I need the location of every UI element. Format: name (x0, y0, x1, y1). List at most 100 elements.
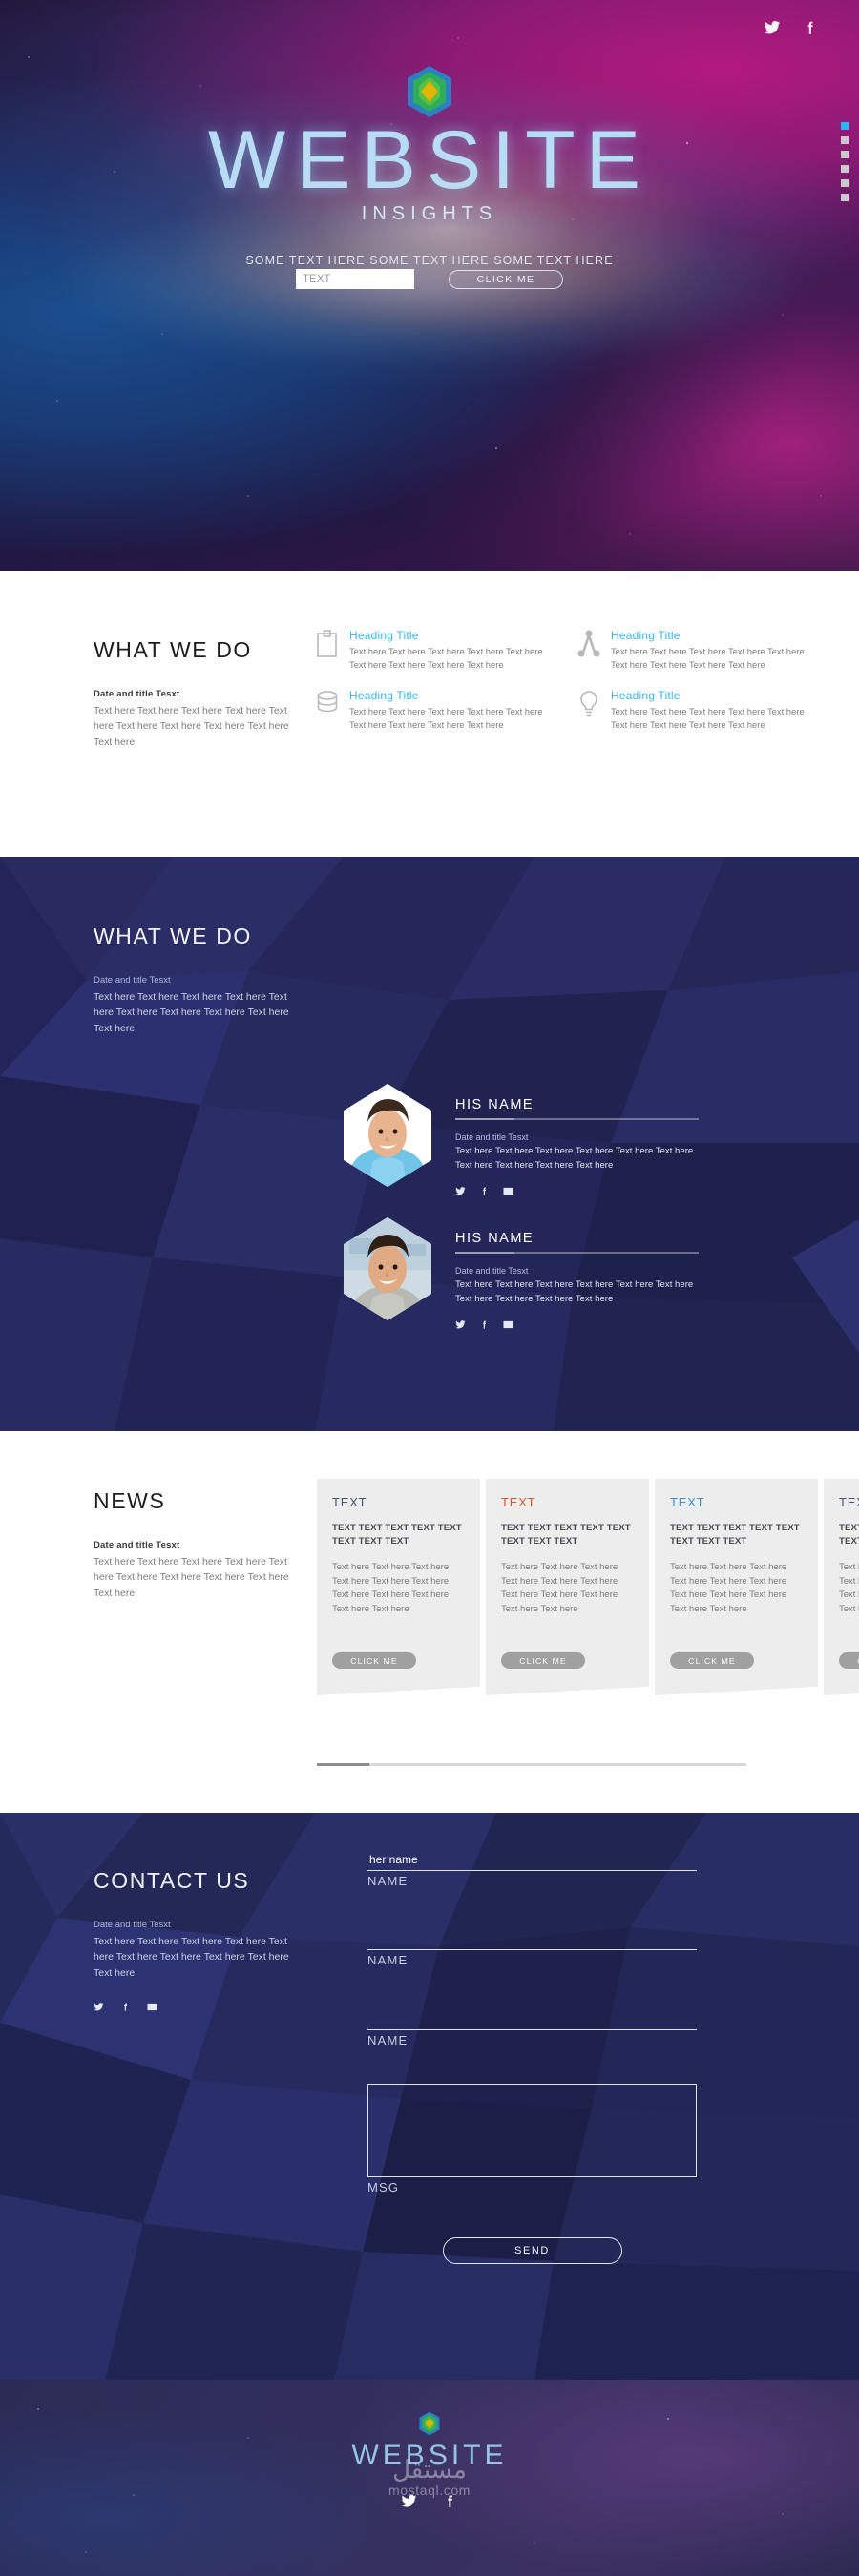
facebook-icon[interactable] (802, 19, 819, 41)
member-social-links (455, 1318, 732, 1335)
section-dot-navigation (841, 122, 849, 201)
team-intro: WHAT WE DO Date and title Tesxt Text her… (94, 924, 313, 1036)
news-card-body: Text here Text here Text here Text here … (670, 1561, 787, 1614)
hero-subtitle: INSIGHTS (361, 203, 498, 224)
news-carousel[interactable]: TEXT TEXT TEXT TEXT TEXT TEXT TEXT TEXT … (317, 1479, 859, 1695)
feature-body: Text here Text here Text here Text here … (611, 646, 805, 671)
contact-message-field: MSG (367, 2083, 697, 2194)
hero-click-me-button[interactable]: CLICK ME (449, 269, 563, 289)
team-member-card: HIS NAME Date and title Tesxt Text here … (344, 1217, 732, 1335)
contact-intro: CONTACT US Date and title Tesxt Text her… (94, 1868, 313, 2017)
contact-social-links (94, 2000, 313, 2017)
news-card-button[interactable]: CLICK ME (332, 1652, 416, 1669)
news-intro: NEWS Date and title Tesxt Text here Text… (94, 1488, 313, 1601)
side-nav-dot-1[interactable] (841, 122, 849, 130)
email-icon[interactable] (503, 1318, 513, 1335)
feature-heading: Heading Title (349, 629, 419, 642)
side-nav-dot-6[interactable] (841, 194, 849, 201)
section-heading: WHAT WE DO (94, 924, 252, 948)
name-field-1[interactable] (367, 1851, 697, 1871)
feature-item[interactable]: Heading Title Text here Text here Text h… (315, 688, 549, 733)
twitter-icon[interactable] (764, 19, 781, 41)
feature-item[interactable]: Heading Title Text here Text here Text h… (315, 629, 549, 673)
news-card-kicker: TEXT TEXT TEXT TEXT TEXT TEXT TEXT TEXT (839, 1523, 859, 1547)
news-carousel-scrollbar[interactable] (317, 1763, 746, 1766)
twitter-icon[interactable] (455, 1318, 466, 1335)
network-icon (576, 630, 601, 662)
member-social-links (455, 1184, 732, 1201)
intro-body: Text here Text here Text here Text here … (94, 1556, 289, 1599)
name-field-3[interactable] (367, 2010, 697, 2030)
facebook-icon[interactable] (120, 2000, 131, 2017)
message-label: MSG (367, 2179, 400, 2194)
side-nav-dot-5[interactable] (841, 179, 849, 187)
news-card-button[interactable]: CLICK ME (501, 1652, 585, 1669)
news-card-button[interactable]: CLICK ME (839, 1652, 859, 1669)
side-nav-dot-2[interactable] (841, 136, 849, 144)
news-card[interactable]: TEXT TEXT TEXT TEXT TEXT TEXT TEXT TEXT … (486, 1479, 649, 1695)
news-card[interactable]: TEXT TEXT TEXT TEXT TEXT TEXT TEXT TEXT … (655, 1479, 818, 1695)
twitter-icon[interactable] (94, 2000, 104, 2017)
hero-cta-row: CLICK ME (0, 269, 859, 289)
contact-field-3: NAME (367, 2010, 697, 2047)
message-textarea[interactable] (367, 2083, 697, 2177)
twitter-icon[interactable] (401, 2493, 417, 2514)
email-icon[interactable] (503, 1184, 513, 1201)
page-title: WEBSITE (207, 114, 652, 206)
feature-body: Text here Text here Text here Text here … (349, 705, 543, 731)
news-card-button[interactable]: CLICK ME (670, 1652, 754, 1669)
clipboard-icon (315, 630, 340, 662)
footer-logo[interactable] (419, 2411, 440, 2436)
feature-item[interactable]: Heading Title Text here Text here Text h… (576, 629, 810, 673)
facebook-icon[interactable] (479, 1184, 490, 1201)
feature-heading: Heading Title (349, 688, 419, 702)
section-heading: WHAT WE DO (94, 637, 252, 662)
section-heading: CONTACT US (94, 1868, 250, 1893)
contact-field-1: NAME (367, 1851, 697, 1888)
intro-subtitle: Date and title Tesxt (94, 1920, 171, 1930)
feature-item[interactable]: Heading Title Text here Text here Text h… (576, 689, 810, 733)
avatar (344, 1084, 431, 1187)
contact-section: CONTACT US Date and title Tesxt Text her… (0, 1813, 859, 2380)
name-field-2[interactable] (367, 1931, 697, 1950)
hero-tagline: SOME TEXT HERE SOME TEXT HERE SOME TEXT … (245, 254, 614, 267)
database-icon (315, 690, 340, 722)
news-card-kicker: TEXT TEXT TEXT TEXT TEXT TEXT TEXT TEXT (501, 1523, 631, 1547)
lightbulb-icon (576, 690, 601, 722)
intro-subtitle: Date and title Tesxt (94, 689, 180, 699)
intro-subtitle: Date and title Tesxt (94, 1540, 180, 1550)
facebook-icon[interactable] (442, 2493, 458, 2514)
team-section: WHAT WE DO Date and title Tesxt Text her… (0, 857, 859, 1431)
member-bio: Text here Text here Text here Text here … (455, 1146, 694, 1171)
side-nav-dot-4[interactable] (841, 165, 849, 173)
member-name: HIS NAME (455, 1097, 534, 1112)
news-card[interactable]: TEXT TEXT TEXT TEXT TEXT TEXT TEXT TEXT … (317, 1479, 480, 1695)
send-button[interactable]: SEND (442, 2236, 622, 2264)
hero-logo[interactable] (407, 65, 452, 118)
intro-body: Text here Text here Text here Text here … (94, 991, 289, 1034)
feature-heading: Heading Title (611, 629, 681, 642)
side-nav-dot-3[interactable] (841, 151, 849, 158)
news-card[interactable]: TEXT TEXT TEXT TEXT TEXT TEXT TEXT TEXT … (824, 1479, 859, 1695)
intro-subtitle: Date and title Tesxt (94, 975, 171, 986)
email-icon[interactable] (147, 2000, 157, 2017)
news-card-title: TEXT (839, 1495, 859, 1509)
twitter-icon[interactable] (455, 1184, 466, 1201)
what-we-do-intro: WHAT WE DO Date and title Tesxt Text her… (94, 637, 313, 750)
feature-body: Text here Text here Text here Text here … (611, 705, 805, 731)
hero-social-links (764, 19, 819, 41)
section-heading: NEWS (94, 1488, 166, 1513)
news-card-kicker: TEXT TEXT TEXT TEXT TEXT TEXT TEXT TEXT (332, 1523, 462, 1547)
hero-section: WEBSITE INSIGHTS SOME TEXT HERE SOME TEX… (0, 0, 859, 571)
footer-section: WEBSITE مستقل mostaql.com (0, 2380, 859, 2576)
intro-body: Text here Text here Text here Text here … (94, 705, 289, 748)
divider (455, 1118, 699, 1120)
facebook-icon[interactable] (479, 1318, 490, 1335)
hero-text-input[interactable] (296, 269, 414, 289)
team-member-card: HIS NAME Date and title Tesxt Text here … (344, 1084, 732, 1201)
news-card-kicker: TEXT TEXT TEXT TEXT TEXT TEXT TEXT TEXT (670, 1523, 800, 1547)
news-card-title: TEXT (501, 1495, 536, 1509)
news-section: NEWS Date and title Tesxt Text here Text… (0, 1431, 859, 1813)
contact-form: NAME NAME NAME MSG SEND (367, 1851, 697, 2264)
intro-body: Text here Text here Text here Text here … (94, 1936, 289, 1979)
